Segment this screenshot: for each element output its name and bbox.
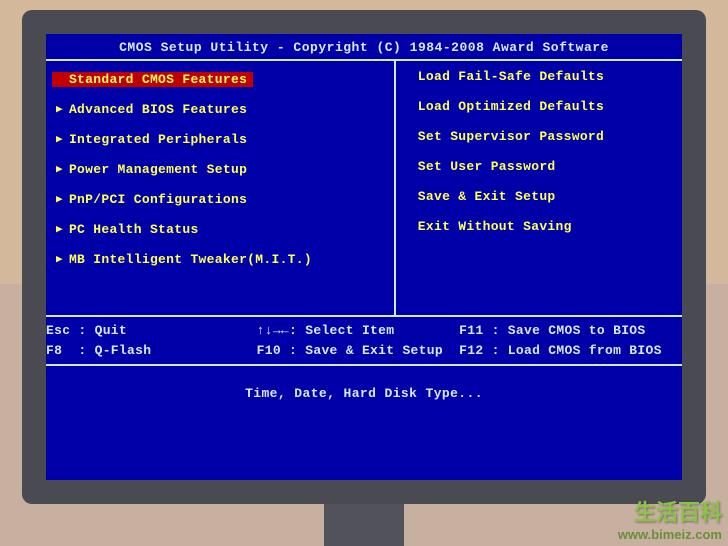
menu-label: MB Intelligent Tweaker(M.I.T.)	[69, 252, 312, 267]
menu-pnp-pci-configurations[interactable]: ▶ PnP/PCI Configurations	[52, 192, 388, 207]
hotkey-line-1: Esc : Quit ↑↓→←: Select Item F11 : Save …	[46, 321, 682, 341]
menu-set-supervisor-password[interactable]: Set Supervisor Password	[418, 129, 676, 144]
triangle-right-icon: ▶	[56, 192, 63, 206]
menu-label: PnP/PCI Configurations	[69, 192, 247, 207]
menu-exit-without-saving[interactable]: Exit Without Saving	[418, 219, 676, 234]
menu-save-exit-setup[interactable]: Save & Exit Setup	[418, 189, 676, 204]
monitor-stand	[324, 504, 404, 546]
bios-screen: CMOS Setup Utility - Copyright (C) 1984-…	[46, 34, 682, 480]
watermark: 生活百科 www.bimeiz.com	[618, 495, 722, 542]
context-help-text: Time, Date, Hard Disk Type...	[46, 366, 682, 421]
triangle-right-icon: ▶	[56, 102, 63, 116]
menu-pc-health-status[interactable]: ▶ PC Health Status	[52, 222, 388, 237]
triangle-right-icon: ▶	[56, 252, 63, 266]
monitor-bezel: CMOS Setup Utility - Copyright (C) 1984-…	[22, 10, 706, 504]
bios-title: CMOS Setup Utility - Copyright (C) 1984-…	[46, 34, 682, 59]
watermark-text: 生活百科	[618, 495, 722, 527]
menu-label: Advanced BIOS Features	[69, 102, 247, 117]
triangle-right-icon: ▶	[56, 72, 63, 86]
menu-label: Standard CMOS Features	[69, 72, 247, 87]
menu-label: Integrated Peripherals	[69, 132, 247, 147]
menu-power-management-setup[interactable]: ▶ Power Management Setup	[52, 162, 388, 177]
watermark-url: www.bimeiz.com	[618, 527, 722, 542]
menu-advanced-bios-features[interactable]: ▶ Advanced BIOS Features	[52, 102, 388, 117]
menu-load-fail-safe-defaults[interactable]: Load Fail-Safe Defaults	[418, 69, 676, 84]
hotkey-bar: Esc : Quit ↑↓→←: Select Item F11 : Save …	[46, 317, 682, 364]
menu-load-optimized-defaults[interactable]: Load Optimized Defaults	[418, 99, 676, 114]
menu-mb-intelligent-tweaker[interactable]: ▶ MB Intelligent Tweaker(M.I.T.)	[52, 252, 388, 267]
menu-label: PC Health Status	[69, 222, 199, 237]
menu-standard-cmos-features[interactable]: ▶ Standard CMOS Features	[52, 72, 253, 87]
menu-area: ▶ Standard CMOS Features ▶ Advanced BIOS…	[46, 61, 682, 315]
menu-integrated-peripherals[interactable]: ▶ Integrated Peripherals	[52, 132, 388, 147]
right-menu-column: Load Fail-Safe Defaults Load Optimized D…	[396, 61, 682, 315]
triangle-right-icon: ▶	[56, 132, 63, 146]
triangle-right-icon: ▶	[56, 222, 63, 236]
triangle-right-icon: ▶	[56, 162, 63, 176]
left-menu-column: ▶ Standard CMOS Features ▶ Advanced BIOS…	[46, 61, 396, 315]
menu-set-user-password[interactable]: Set User Password	[418, 159, 676, 174]
hotkey-line-2: F8 : Q-Flash F10 : Save & Exit Setup F12…	[46, 341, 682, 361]
menu-label: Power Management Setup	[69, 162, 247, 177]
